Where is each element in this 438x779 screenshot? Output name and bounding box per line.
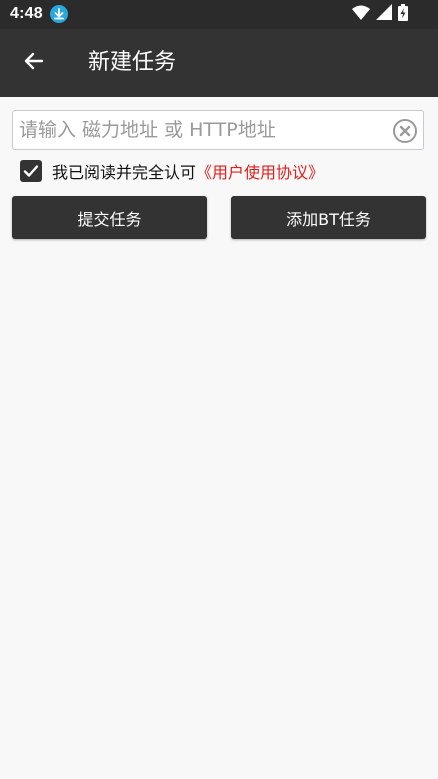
clear-circle-icon: [393, 119, 417, 143]
task-url-field: [12, 110, 424, 150]
download-notification-icon: [50, 5, 68, 23]
wifi-icon: [352, 5, 370, 24]
checkmark-icon: [23, 165, 39, 177]
page-title: 新建任务: [88, 50, 177, 75]
battery-charging-icon: [398, 3, 408, 25]
status-bar: 4:48: [0, 0, 438, 29]
add-bt-task-button[interactable]: 添加BT任务: [231, 196, 426, 239]
agreement-checkbox[interactable]: [20, 160, 42, 182]
agreement-text: 我已阅读并完全认可: [52, 163, 197, 182]
clear-input-button[interactable]: [392, 118, 418, 144]
submit-task-button[interactable]: 提交任务: [12, 196, 207, 239]
arrow-left-icon: [22, 49, 46, 77]
signal-icon: [376, 4, 392, 24]
app-bar: 新建任务: [0, 29, 438, 97]
user-agreement-link[interactable]: 《用户使用协议》: [196, 159, 324, 183]
task-url-input[interactable]: [19, 111, 389, 149]
back-button[interactable]: [14, 43, 54, 83]
agreement-row: 我已阅读并完全认可 《用户使用协议》: [20, 158, 324, 184]
status-icons: [352, 3, 408, 25]
status-time: 4:48: [10, 5, 43, 22]
